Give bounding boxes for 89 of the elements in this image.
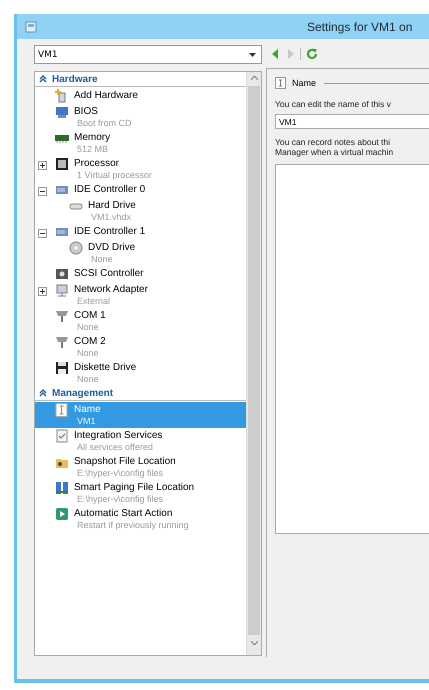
vm-dropdown[interactable]: VM1 xyxy=(34,45,262,64)
device-icon xyxy=(55,429,69,443)
expand-icon[interactable] xyxy=(38,161,46,170)
name-hint: You can edit the name of this v xyxy=(275,99,392,109)
item-label: Integration Services xyxy=(74,429,162,442)
item-label: DVD Drive xyxy=(88,241,136,254)
refresh-icon[interactable] xyxy=(306,48,318,60)
item-detail: 512 MB xyxy=(76,144,110,155)
device-icon xyxy=(55,481,69,495)
tree-item[interactable]: Processor 1 Virtual processor xyxy=(35,156,246,182)
item-detail: Restart if previously running xyxy=(76,520,189,531)
collapse-icon[interactable] xyxy=(38,229,46,238)
tree-item[interactable]: BIOS Boot from CD xyxy=(35,104,246,130)
tree-item[interactable]: SCSI Controller xyxy=(35,266,246,282)
group-header[interactable]: Hardware xyxy=(52,74,98,84)
device-icon xyxy=(55,403,69,417)
item-label: Memory xyxy=(74,131,110,144)
item-label: Name xyxy=(74,403,101,416)
tree-item[interactable]: IDE Controller 0 xyxy=(35,182,246,198)
caret-icon xyxy=(249,52,256,56)
item-label: Processor xyxy=(74,157,120,170)
item-detail: None xyxy=(90,254,114,265)
vm-name: VM1 xyxy=(38,50,58,60)
item-label: SCSI Controller xyxy=(74,267,144,280)
item-label: Network Adapter xyxy=(74,283,148,296)
notes-field[interactable] xyxy=(275,164,429,534)
item-detail: E:\hyper-v\config files xyxy=(76,494,164,505)
scrollbar-thumb[interactable] xyxy=(248,86,260,635)
item-label: Hard Drive xyxy=(88,199,136,212)
device-icon xyxy=(55,283,69,297)
collapse-chevron-icon[interactable] xyxy=(39,389,47,397)
scroll-up-icon[interactable] xyxy=(250,76,258,80)
device-icon xyxy=(55,183,69,197)
tree-item[interactable]: Network Adapter External xyxy=(35,282,246,308)
tree-item[interactable]: COM 2 None xyxy=(35,334,246,360)
item-label: Snapshot File Location xyxy=(74,455,176,468)
item-detail: E:\hyper-v\config files xyxy=(76,468,164,479)
notes-hint: Manager when a virtual machin xyxy=(275,147,394,157)
item-detail: None xyxy=(76,322,100,333)
tree-item[interactable]: Snapshot File Location E:\hyper-v\config files xyxy=(35,454,246,480)
device-icon xyxy=(69,241,83,255)
back-arrow-icon[interactable] xyxy=(270,48,280,60)
notes-hint: You can record notes about thi xyxy=(275,137,391,147)
item-detail: None xyxy=(76,374,100,385)
tree-item[interactable]: Automatic Start Action Restart if previously running xyxy=(35,506,246,532)
item-detail: VM1 xyxy=(76,416,97,427)
tree-item[interactable]: Add Hardware xyxy=(35,88,246,104)
scroll-down-icon[interactable] xyxy=(250,641,258,645)
item-label: Add Hardware xyxy=(74,89,138,102)
item-detail: None xyxy=(76,348,100,359)
device-icon xyxy=(55,225,69,239)
tree-item[interactable]: Diskette Drive None xyxy=(35,360,246,386)
item-detail: Boot from CD xyxy=(76,118,132,129)
item-label: Smart Paging File Location xyxy=(74,481,194,494)
item-detail: External xyxy=(76,296,112,307)
collapse-chevron-icon[interactable] xyxy=(39,75,47,83)
tree-item[interactable]: Hard Drive VM1.vhdx xyxy=(35,198,246,224)
device-icon xyxy=(55,507,69,521)
window-title: Settings for VM1 on xyxy=(307,20,412,34)
tree-item[interactable]: COM 1 None xyxy=(35,308,246,334)
device-icon xyxy=(55,157,69,171)
window-icon xyxy=(25,20,37,32)
device-icon xyxy=(55,335,69,349)
device-icon xyxy=(55,309,69,323)
scrollbar[interactable] xyxy=(246,72,261,655)
tree-item[interactable]: Memory 512 MB xyxy=(35,130,246,156)
collapse-icon[interactable] xyxy=(38,187,46,196)
item-detail: VM1.vhdx xyxy=(90,212,132,223)
item-label: Automatic Start Action xyxy=(74,507,174,520)
item-label: Diskette Drive xyxy=(74,361,136,374)
device-icon xyxy=(55,267,69,281)
group-header[interactable]: Management xyxy=(52,388,114,398)
device-icon xyxy=(55,361,69,375)
tree-item[interactable]: IDE Controller 1 xyxy=(35,224,246,240)
device-icon xyxy=(55,105,69,119)
item-label: IDE Controller 0 xyxy=(74,183,146,196)
item-label: COM 1 xyxy=(74,309,106,322)
name-tag-icon xyxy=(275,77,286,89)
section-title: Name xyxy=(292,78,316,88)
expand-icon[interactable] xyxy=(38,287,46,296)
item-label: BIOS xyxy=(74,105,99,118)
item-label: IDE Controller 1 xyxy=(74,225,146,238)
tree-item[interactable]: Integration Services All services offered xyxy=(35,428,246,454)
item-detail: 1 Virtual processor xyxy=(76,170,152,181)
name-field[interactable]: VM1 xyxy=(275,114,429,129)
item-detail: All services offered xyxy=(76,442,154,453)
tree-item[interactable]: DVD Drive None xyxy=(35,240,246,266)
tree-item[interactable]: Smart Paging File Location E:\hyper-v\config files xyxy=(35,480,246,506)
item-label: COM 2 xyxy=(74,335,106,348)
